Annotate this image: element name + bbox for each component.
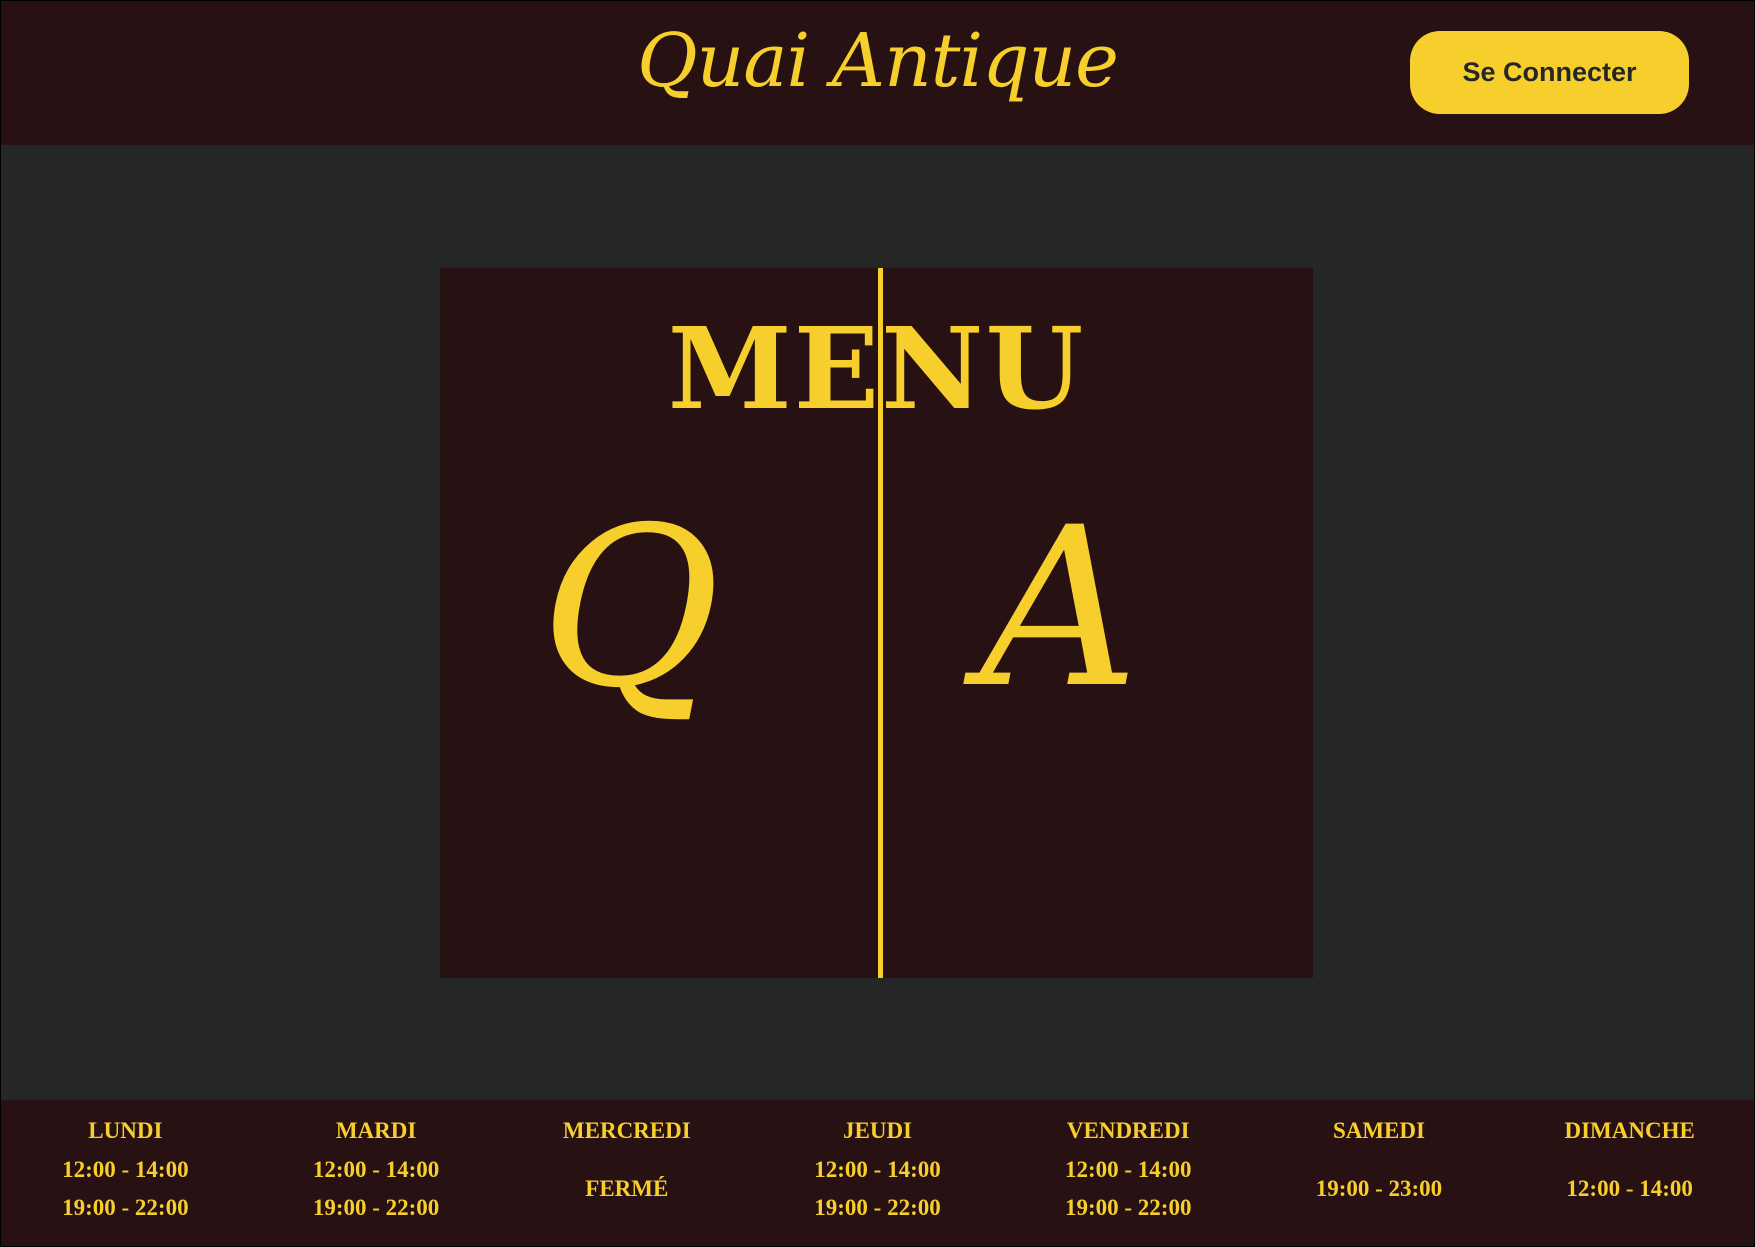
day-name: MERCREDI [562, 1118, 691, 1143]
day-name: MARDI [335, 1118, 417, 1143]
menu-card[interactable]: MENU Q A [440, 268, 1313, 978]
monogram-q: Q [540, 480, 721, 736]
time-slot: FERMÉ [585, 1175, 669, 1201]
site-header: Quai Antique Se Connecter [0, 0, 1755, 145]
login-button[interactable]: Se Connecter [1410, 31, 1689, 114]
monogram-a: A [980, 480, 1139, 736]
time-slot: 12:00 - 14:00 [312, 1156, 440, 1182]
day-column: MARDI 12:00 - 14:00 19:00 - 22:00 [251, 1100, 502, 1247]
time-slot: 19:00 - 22:00 [62, 1194, 189, 1220]
day-column: VENDREDI 12:00 - 14:00 19:00 - 22:00 [1003, 1100, 1254, 1247]
opening-hours: LUNDI 12:00 - 14:00 19:00 - 22:00 MARDI … [0, 1100, 1755, 1247]
day-column: SAMEDI 19:00 - 23:00 [1254, 1100, 1505, 1247]
time-slot: 12:00 - 14:00 [1566, 1175, 1693, 1201]
day-column: DIMANCHE 12:00 - 14:00 [1504, 1100, 1755, 1247]
time-slot: 12:00 - 14:00 [814, 1156, 941, 1182]
day-name: LUNDI [88, 1118, 163, 1143]
day-column: JEUDI 12:00 - 14:00 19:00 - 22:00 [752, 1100, 1003, 1247]
day-name: JEUDI [843, 1118, 913, 1143]
menu-title: MENU [667, 304, 1086, 435]
time-slot: 19:00 - 22:00 [814, 1194, 941, 1220]
time-slot: 12:00 - 14:00 [62, 1156, 189, 1182]
day-column: MERCREDI FERMÉ [501, 1100, 752, 1247]
day-name: SAMEDI [1332, 1118, 1425, 1143]
day-column: LUNDI 12:00 - 14:00 19:00 - 22:00 [0, 1100, 251, 1247]
day-name: DIMANCHE [1564, 1118, 1695, 1143]
time-slot: 19:00 - 23:00 [1315, 1175, 1443, 1201]
day-name: VENDREDI [1066, 1118, 1190, 1143]
time-slot: 19:00 - 22:00 [1064, 1194, 1192, 1220]
time-slot: 12:00 - 14:00 [1064, 1156, 1192, 1182]
time-slot: 19:00 - 22:00 [312, 1194, 440, 1220]
